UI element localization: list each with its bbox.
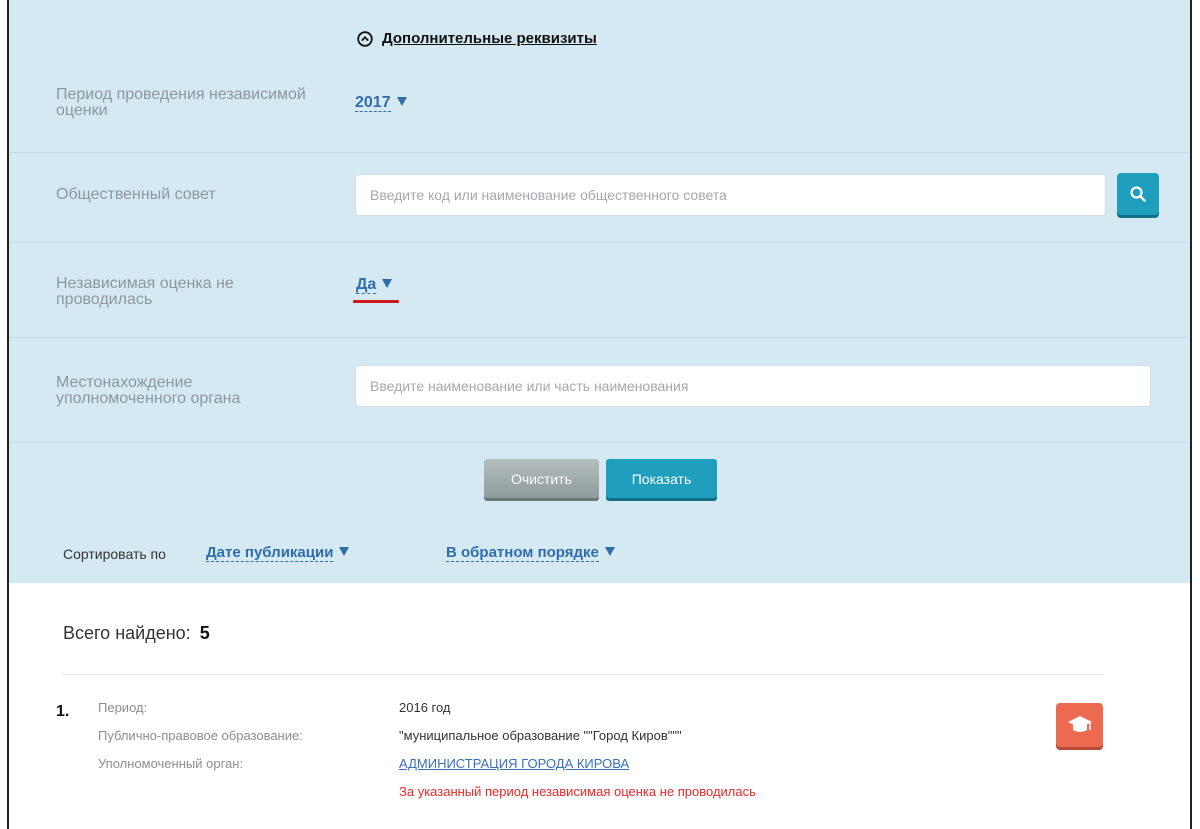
not-held-label: Независимая оценка не проводилась bbox=[56, 275, 234, 308]
period-row: Период проведения независимой оценки 201… bbox=[9, 64, 1190, 153]
page-frame: Дополнительные реквизиты Период проведен… bbox=[7, 0, 1192, 829]
results-total: Всего найдено: 5 bbox=[63, 623, 210, 644]
dropdown-arrow-icon bbox=[339, 547, 350, 556]
sort-field-dropdown[interactable]: Дате публикации bbox=[206, 544, 350, 562]
period-dropdown[interactable]: 2017 bbox=[355, 94, 407, 112]
evaluation-badge[interactable] bbox=[1056, 703, 1103, 747]
not-held-value: Да bbox=[356, 276, 377, 294]
results-total-count: 5 bbox=[199, 623, 210, 643]
dropdown-arrow-icon bbox=[382, 279, 393, 288]
authority-meta-label: Уполномоченный орган: bbox=[98, 756, 244, 771]
search-button[interactable] bbox=[1117, 173, 1159, 215]
results-total-label: Всего найдено: bbox=[63, 623, 191, 643]
sort-order-dropdown[interactable]: В обратном порядке bbox=[446, 544, 615, 562]
location-row: Местонахождение уполномоченного органа В… bbox=[9, 338, 1190, 443]
sort-label: Сортировать по bbox=[63, 546, 166, 562]
dropdown-arrow-icon bbox=[604, 547, 615, 556]
period-value: 2017 bbox=[355, 94, 391, 112]
result-number: 1. bbox=[56, 703, 70, 720]
not-held-dropdown[interactable]: Да bbox=[356, 276, 393, 294]
clear-button-label: Очистить bbox=[511, 470, 572, 487]
period-label: Период проведения независимой оценки bbox=[56, 86, 306, 119]
entity-meta-label: Публично-правовое образование: bbox=[98, 728, 303, 743]
location-input[interactable]: Введите наименование или часть наименова… bbox=[355, 365, 1151, 407]
period-meta-label: Период: bbox=[98, 700, 148, 715]
location-label: Местонахождение уполномоченного органа bbox=[56, 374, 241, 407]
council-row: Общественный совет Введите код или наиме… bbox=[9, 153, 1190, 243]
council-placeholder: Введите код или наименование общественно… bbox=[370, 187, 727, 203]
additional-details-toggle[interactable]: Дополнительные реквизиты bbox=[357, 30, 597, 47]
clear-button[interactable]: Очистить bbox=[484, 459, 599, 498]
filter-panel: Дополнительные реквизиты Период проведен… bbox=[9, 0, 1190, 583]
show-button-label: Показать bbox=[631, 470, 692, 487]
graduation-cap-icon bbox=[1067, 716, 1092, 732]
entity-meta-value: "муниципальное образование ""Город Киров… bbox=[399, 728, 682, 743]
dropdown-arrow-icon bbox=[396, 97, 407, 106]
show-button[interactable]: Показать bbox=[606, 459, 717, 498]
period-meta-value: 2016 год bbox=[399, 700, 451, 715]
council-label: Общественный совет bbox=[56, 186, 216, 203]
results-divider bbox=[63, 674, 1104, 675]
chevron-up-circle-icon bbox=[357, 30, 373, 47]
highlight-underline bbox=[353, 300, 399, 303]
location-placeholder: Введите наименование или часть наименова… bbox=[370, 378, 689, 394]
search-icon bbox=[1130, 186, 1146, 202]
additional-details-label: Дополнительные реквизиты bbox=[382, 30, 597, 47]
sort-order-value: В обратном порядке bbox=[446, 544, 599, 562]
sort-field-value: Дате публикации bbox=[206, 544, 334, 562]
not-held-row: Независимая оценка не проводилась Да bbox=[9, 243, 1190, 338]
council-input[interactable]: Введите код или наименование общественно… bbox=[355, 174, 1106, 216]
authority-link[interactable]: АДМИНИСТРАЦИЯ ГОРОДА КИРОВА bbox=[399, 756, 629, 771]
not-held-note: За указанный период независимая оценка н… bbox=[399, 784, 756, 799]
